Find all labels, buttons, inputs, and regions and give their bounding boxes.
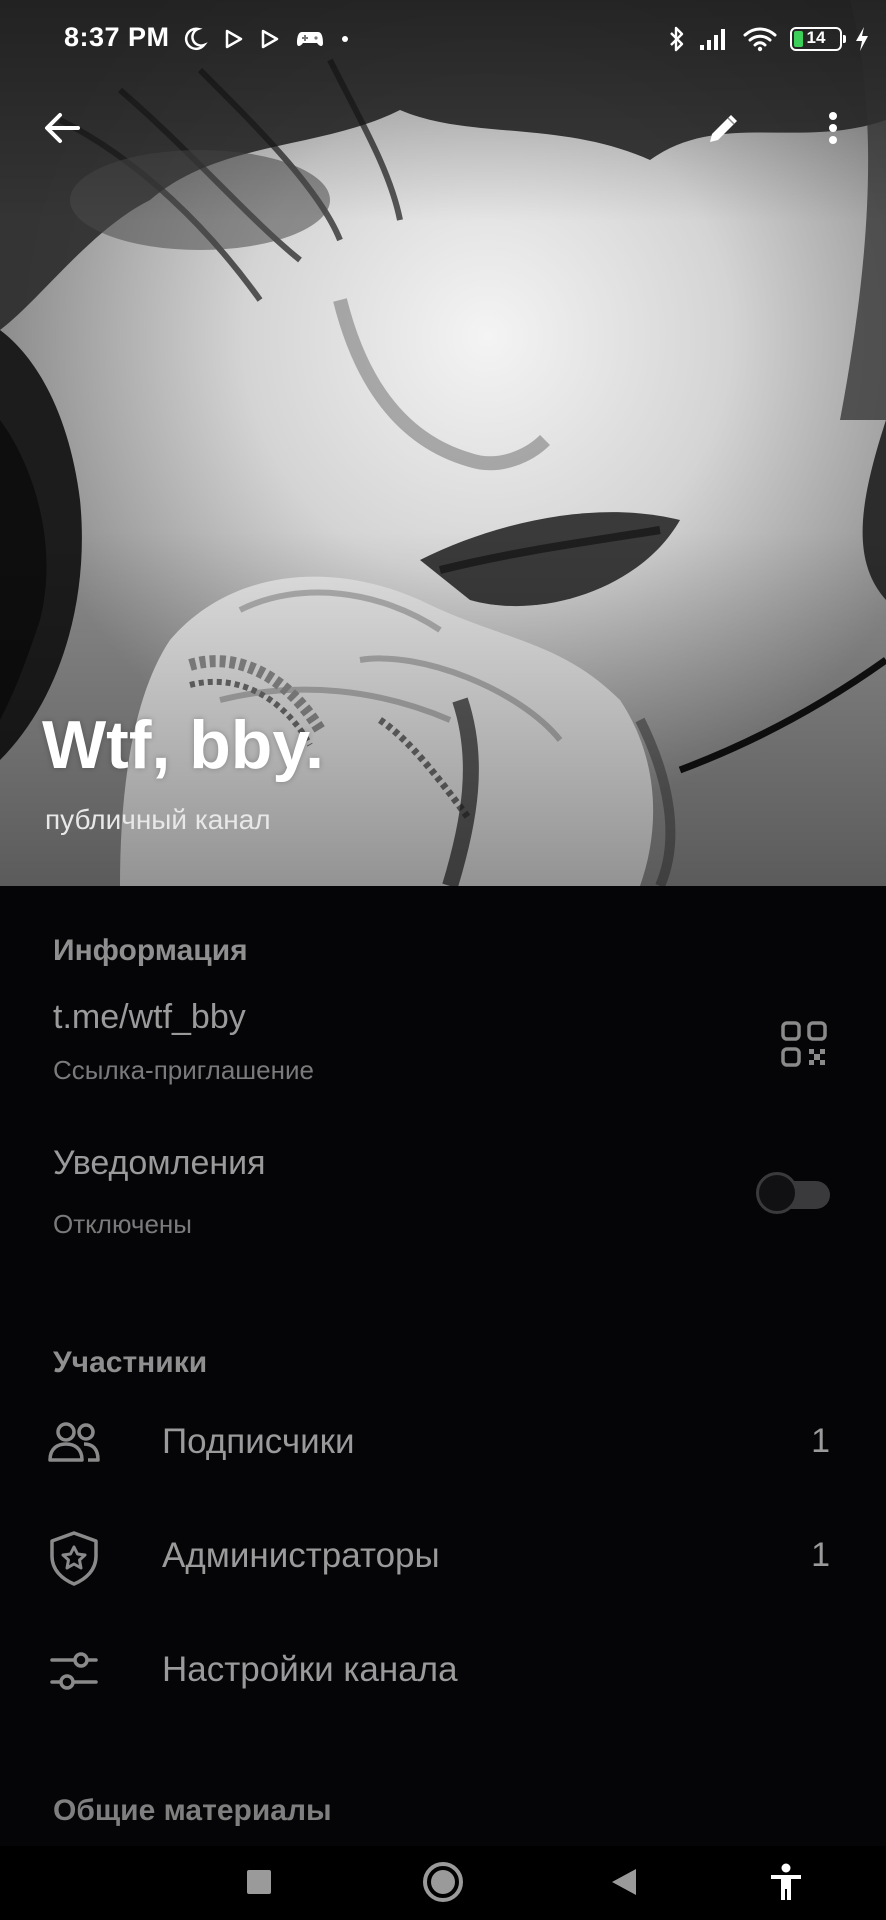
back-button[interactable] bbox=[30, 96, 94, 160]
bluetooth-icon bbox=[670, 26, 684, 52]
pencil-icon bbox=[710, 115, 737, 142]
administrators-count: 1 bbox=[811, 1536, 830, 1574]
gamepad-icon bbox=[297, 32, 323, 46]
toggle-knob bbox=[756, 1172, 798, 1214]
back-nav-button[interactable] bbox=[594, 1852, 654, 1912]
channel-header: 8:37 PM 14 Wtf, bby. публичный канал bbox=[0, 0, 886, 886]
channel-info-content: Информация t.me/wtf_bby Ссылка-приглашен… bbox=[0, 886, 886, 1846]
notifications-label: Уведомления bbox=[53, 1144, 266, 1182]
administrators-label: Администраторы bbox=[162, 1536, 440, 1575]
signal-icon bbox=[700, 29, 725, 50]
subscribers-row[interactable]: Подписчики 1 bbox=[0, 1388, 886, 1498]
channel-settings-label: Настройки канала bbox=[162, 1650, 458, 1689]
accessibility-icon bbox=[771, 1863, 801, 1900]
shield-star-icon bbox=[50, 1531, 98, 1586]
play-icon bbox=[261, 29, 279, 49]
subscribers-count: 1 bbox=[811, 1422, 830, 1460]
battery-icon: 14 bbox=[790, 27, 846, 51]
circle-icon bbox=[423, 1862, 463, 1902]
battery-tip bbox=[843, 35, 846, 43]
moon-icon bbox=[184, 27, 208, 51]
users-icon bbox=[48, 1422, 100, 1462]
channel-type: публичный канал bbox=[45, 804, 271, 835]
triangle-back-icon bbox=[612, 1869, 636, 1895]
play-icon bbox=[225, 29, 243, 49]
info-section-title: Информация bbox=[53, 934, 248, 967]
accessibility-button[interactable] bbox=[756, 1852, 816, 1912]
recents-button[interactable] bbox=[229, 1852, 289, 1912]
wifi-icon bbox=[743, 27, 777, 52]
more-options-button[interactable] bbox=[808, 96, 858, 160]
status-time: 8:37 PM bbox=[64, 22, 170, 52]
subscribers-label: Подписчики bbox=[162, 1422, 355, 1461]
members-section-title: Участники bbox=[53, 1346, 208, 1379]
dot-icon bbox=[342, 36, 348, 42]
notifications-toggle[interactable] bbox=[756, 1172, 834, 1218]
arrow-left-icon bbox=[45, 113, 80, 143]
administrators-row[interactable]: Администраторы 1 bbox=[0, 1502, 886, 1612]
square-icon bbox=[247, 1870, 271, 1894]
invite-link[interactable]: t.me/wtf_bby bbox=[53, 998, 246, 1037]
status-bar: 8:37 PM 14 bbox=[0, 0, 886, 80]
charging-icon bbox=[856, 27, 868, 51]
status-icons-left bbox=[180, 24, 350, 54]
battery-level: 14 bbox=[806, 28, 826, 47]
channel-settings-row[interactable]: Настройки канала bbox=[0, 1616, 886, 1726]
status-icons-right: 14 bbox=[668, 22, 870, 56]
shared-media-section-title: Общие материалы bbox=[53, 1794, 332, 1827]
sliders-icon bbox=[50, 1652, 98, 1690]
channel-title: Wtf, bby. bbox=[42, 707, 324, 783]
notifications-status: Отключены bbox=[53, 1209, 192, 1239]
invite-link-caption: Ссылка-приглашение bbox=[53, 1055, 314, 1085]
more-vertical-icon bbox=[829, 112, 837, 144]
qr-code-icon[interactable] bbox=[778, 1018, 830, 1070]
edit-button[interactable] bbox=[692, 96, 756, 160]
home-button[interactable] bbox=[413, 1852, 473, 1912]
system-nav-bar bbox=[0, 1846, 886, 1920]
